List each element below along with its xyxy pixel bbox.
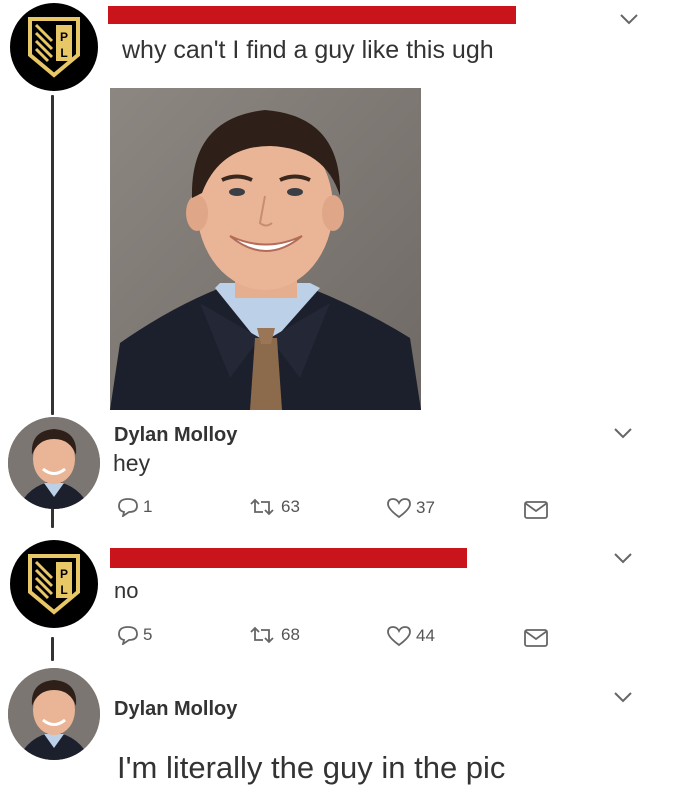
like-count: 37 [416, 498, 435, 517]
envelope-icon[interactable] [523, 628, 549, 648]
avatar[interactable] [8, 668, 100, 760]
tweet-text: I'm literally the guy in the pic [117, 750, 506, 785]
retweet-icon [250, 626, 274, 644]
like-button[interactable]: 37 [386, 497, 435, 519]
redacted-username [108, 6, 516, 24]
chevron-down-icon[interactable] [612, 426, 634, 440]
attached-photo[interactable] [110, 88, 421, 410]
like-button[interactable]: 44 [386, 625, 435, 647]
retweet-count: 68 [281, 625, 300, 644]
reply-icon [118, 498, 138, 517]
tweet-text: hey [113, 450, 151, 476]
envelope-icon[interactable] [523, 500, 549, 520]
like-count: 44 [416, 626, 435, 645]
chevron-down-icon[interactable] [618, 12, 640, 26]
avatar[interactable]: P L [10, 540, 98, 628]
reply-button[interactable]: 5 [117, 625, 152, 645]
thread-line [51, 637, 54, 661]
heart-icon [387, 626, 411, 647]
thread-line [51, 508, 54, 528]
reply-count: 5 [143, 625, 153, 644]
pll-logo-icon: P L [28, 17, 80, 78]
display-name[interactable]: Dylan Molloy [114, 698, 237, 721]
svg-text:L: L [60, 583, 67, 597]
avatar[interactable]: P L [10, 3, 98, 91]
reply-button[interactable]: 1 [117, 497, 152, 517]
heart-icon [387, 498, 411, 519]
thread-line [51, 95, 54, 415]
retweet-count: 63 [281, 497, 300, 516]
reply-icon [118, 626, 138, 645]
tweet-text: no [114, 578, 139, 603]
svg-text:P: P [60, 567, 68, 581]
avatar[interactable] [8, 417, 100, 509]
tweet-text: why can't I find a guy like this ugh [122, 36, 494, 64]
reply-count: 1 [143, 497, 153, 516]
pll-logo-icon: P L [28, 554, 80, 615]
retweet-button[interactable]: 63 [247, 497, 300, 517]
chevron-down-icon[interactable] [612, 690, 634, 704]
retweet-button[interactable]: 68 [247, 625, 300, 645]
svg-text:P: P [60, 30, 68, 44]
chevron-down-icon[interactable] [612, 551, 634, 565]
svg-text:L: L [60, 46, 67, 60]
display-name[interactable]: Dylan Molloy [114, 424, 237, 447]
redacted-username [110, 548, 467, 568]
retweet-icon [250, 498, 274, 516]
